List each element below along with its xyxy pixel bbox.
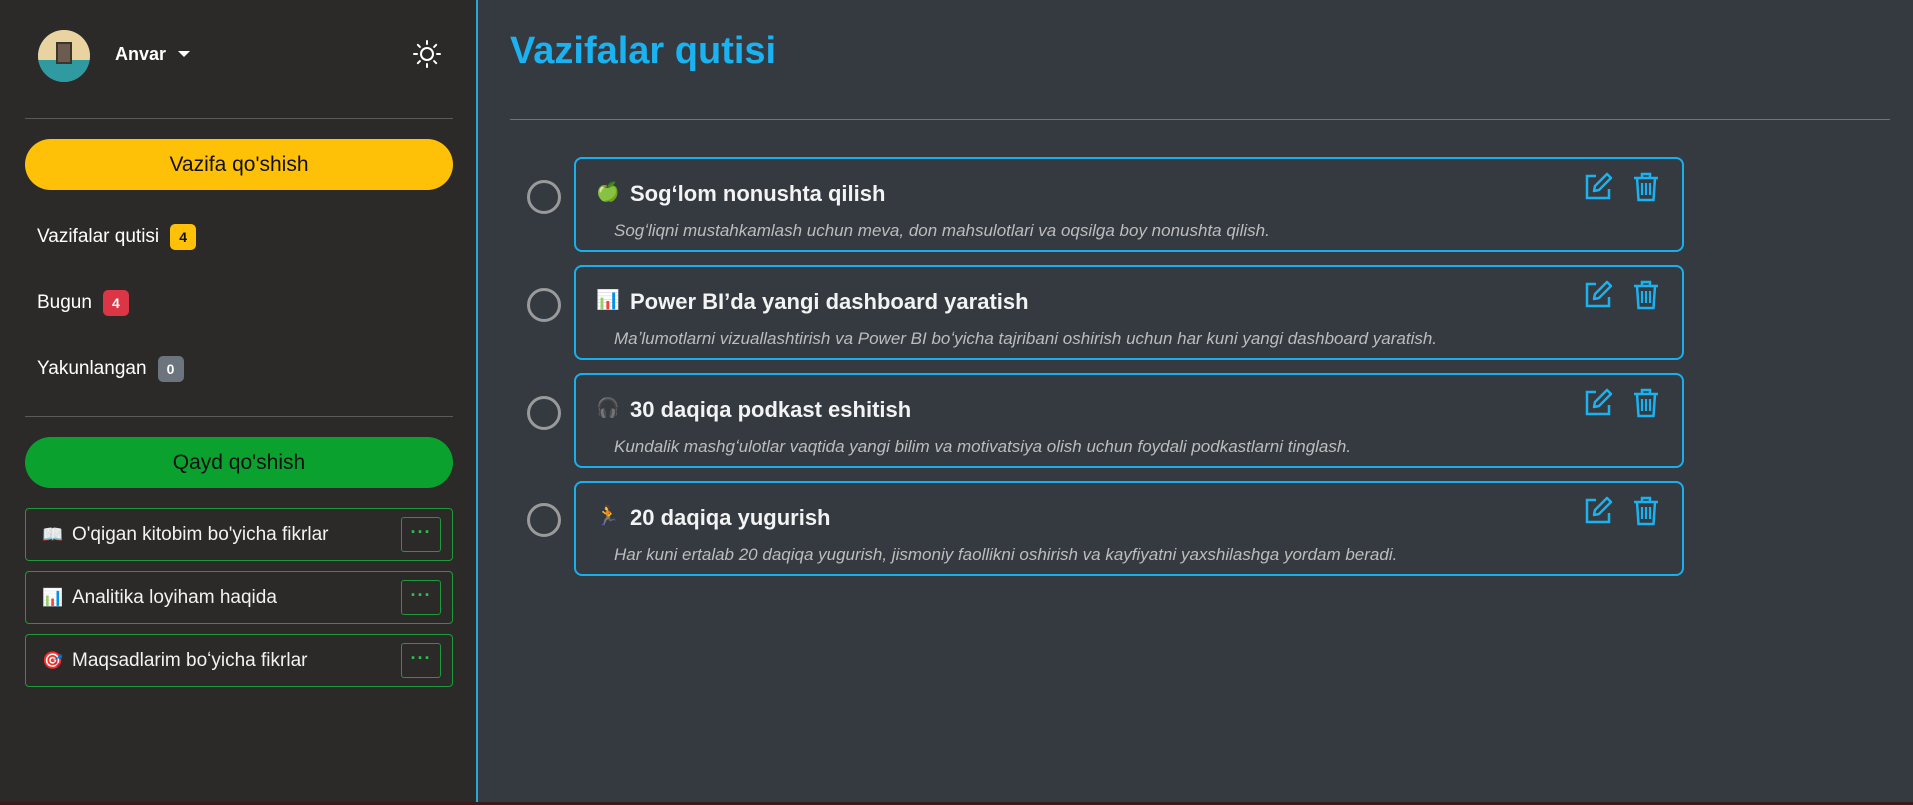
sidebar-divider (25, 118, 453, 119)
nav-item-inbox[interactable]: Vazifalar qutisi 4 (37, 222, 197, 252)
task-card[interactable]: 🍏 Sogʻlom nonushta qilish Sogʻliqni must… (574, 157, 1684, 252)
task-description: Kundalik mashgʻulotlar vaqtida yangi bil… (614, 437, 1352, 456)
add-note-button[interactable]: Qayd qo'shish (25, 437, 453, 488)
task-card[interactable]: 📊 Power BI’da yangi dashboard yaratish M… (574, 265, 1684, 360)
task-card[interactable]: 🎧 30 daqiqa podkast eshitish Kundalik ma… (574, 373, 1684, 468)
more-options-button[interactable]: ··· (401, 517, 441, 552)
avatar-tower (56, 42, 72, 64)
task-complete-checkbox[interactable] (527, 396, 561, 430)
target-icon: 🎯 (42, 651, 64, 670)
nav-item-completed[interactable]: Yakunlangan 0 (37, 354, 184, 384)
edit-icon[interactable] (1582, 279, 1614, 311)
nav-item-label: Bugun (37, 292, 92, 313)
task-complete-checkbox[interactable] (527, 288, 561, 322)
note-title: Analitika loyiham haqida (72, 587, 277, 608)
nav-item-label: Yakunlangan (37, 358, 147, 379)
task-title: Power BI’da yangi dashboard yaratish (630, 289, 1029, 314)
headphones-icon: 🎧 (596, 398, 620, 419)
add-task-button[interactable]: Vazifa qo'shish (25, 139, 453, 190)
task-complete-checkbox[interactable] (527, 503, 561, 537)
username-dropdown[interactable]: Anvar (115, 44, 166, 65)
trash-icon[interactable] (1631, 279, 1661, 311)
trash-icon[interactable] (1631, 171, 1661, 203)
task-title: 20 daqiqa yugurish (630, 505, 831, 530)
apple-icon: 🍏 (596, 182, 620, 203)
nav-item-today[interactable]: Bugun 4 (37, 288, 129, 318)
note-item[interactable]: 🎯 Maqsadlarim boʻyicha fikrlar ··· (25, 634, 453, 687)
more-options-button[interactable]: ··· (401, 580, 441, 615)
sidebar: Anvar Vazifa qo'shish Vazifalar qutisi 4… (0, 0, 478, 805)
task-title: 30 daqiqa podkast eshitish (630, 397, 912, 422)
chart-icon: 📊 (42, 588, 64, 607)
note-title: Maqsadlarim boʻyicha fikrlar (72, 650, 308, 671)
note-item[interactable]: 📊 Analitika loyiham haqida ··· (25, 571, 453, 624)
task-description: Sogʻliqni mustahkamlash uchun meva, don … (614, 221, 1270, 240)
task-title: Sogʻlom nonushta qilish (630, 181, 886, 206)
edit-icon[interactable] (1582, 387, 1614, 419)
caret-down-icon[interactable] (178, 51, 190, 57)
sun-icon[interactable] (412, 39, 442, 69)
title-divider (510, 119, 1890, 120)
chart-icon: 📊 (596, 290, 620, 311)
edit-icon[interactable] (1582, 171, 1614, 203)
edit-icon[interactable] (1582, 495, 1614, 527)
trash-icon[interactable] (1631, 495, 1661, 527)
task-description: Har kuni ertalab 20 daqiqa yugurish, jis… (614, 545, 1398, 564)
nav-item-label: Vazifalar qutisi (37, 226, 160, 247)
note-title: O'qigan kitobim bo'yicha fikrlar (72, 524, 329, 545)
task-description: Maʼlumotlarni vizuallashtirish va Power … (614, 329, 1438, 348)
profile-header: Anvar (38, 30, 458, 82)
task-complete-checkbox[interactable] (527, 180, 561, 214)
sidebar-divider (25, 416, 453, 417)
book-icon: 📖 (42, 525, 64, 544)
more-options-button[interactable]: ··· (401, 643, 441, 678)
task-card[interactable]: 🏃 20 daqiqa yugurish Har kuni ertalab 20… (574, 481, 1684, 576)
trash-icon[interactable] (1631, 387, 1661, 419)
page-title: Vazifalar qutisi (510, 30, 777, 72)
count-badge: 4 (170, 224, 197, 250)
avatar[interactable] (38, 30, 90, 82)
note-item[interactable]: 📖 O'qigan kitobim bo'yicha fikrlar ··· (25, 508, 453, 561)
count-badge: 0 (157, 356, 184, 382)
runner-icon: 🏃 (596, 506, 620, 527)
count-badge: 4 (102, 290, 129, 316)
